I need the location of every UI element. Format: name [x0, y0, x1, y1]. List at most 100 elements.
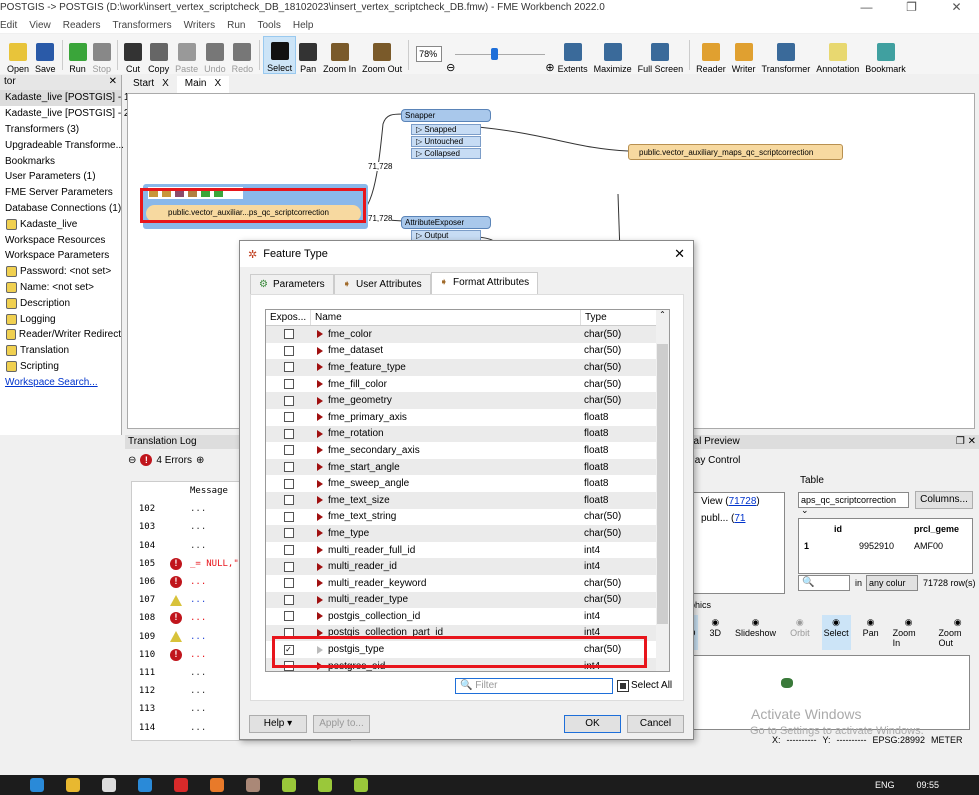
columns-button[interactable]: Columns... [915, 491, 973, 509]
expose-checkbox[interactable] [283, 379, 294, 390]
attributes-grid[interactable]: Expos... Name Type fme_color char(50) fme_da… [265, 309, 670, 672]
navigator-item[interactable]: Password: <not set> [0, 264, 121, 280]
expose-checkbox[interactable] [283, 395, 294, 406]
menu-edit[interactable]: Edit [0, 20, 17, 31]
port-snapped[interactable]: ▷ Snapped [411, 124, 481, 135]
type-column-header[interactable]: Type [581, 310, 657, 325]
zoom-slider[interactable] [455, 46, 546, 62]
attribute-row[interactable]: fme_start_angle float8 [266, 458, 669, 476]
table-select[interactable]: aps_qc_scriptcorrection ⌄ [798, 492, 909, 515]
attribute-row[interactable]: fme_secondary_axis float8 [266, 442, 669, 459]
graphics-pan-button[interactable]: ◉ Pan [861, 615, 881, 650]
vivaldi-icon[interactable] [174, 778, 188, 792]
navigator-item[interactable]: Reader/Writer Redirect [0, 327, 121, 343]
firefox-icon[interactable] [210, 778, 224, 792]
zoom-out-small-icon[interactable]: ⊖ [446, 61, 455, 74]
close-button[interactable]: ✕ [934, 0, 979, 14]
clock[interactable]: 09:55 [916, 780, 939, 790]
navigator-item[interactable]: Logging [0, 311, 121, 327]
expose-checkbox[interactable] [283, 561, 294, 572]
qgis-icon[interactable] [318, 778, 332, 792]
maximize-button[interactable]: ❐ [889, 0, 934, 14]
port-untouched[interactable]: ▷ Untouched [411, 136, 481, 147]
expose-checkbox[interactable] [283, 412, 294, 423]
graphics-orbit-button[interactable]: ◉ Orbit [788, 615, 812, 650]
menu-writers[interactable]: Writers [184, 20, 215, 31]
navigator-item[interactable]: Database Connections (1) [0, 201, 121, 217]
grid-scrollbar[interactable]: ⌃ [656, 310, 669, 671]
attribute-row[interactable]: fme_geometry char(50) [266, 392, 669, 409]
transformer-button[interactable]: Transformer [759, 36, 814, 74]
zoom-in-small-icon[interactable]: ⊕ [545, 61, 554, 74]
dialog-close-button[interactable]: ✕ [674, 246, 685, 262]
workspace-search-link[interactable]: Workspace Search... [5, 377, 98, 388]
navigator-item[interactable]: Transformers (3) [0, 122, 121, 138]
attribute-row[interactable]: fme_text_string char(50) [266, 509, 669, 526]
navigator-item[interactable]: Bookmarks [0, 153, 121, 169]
cut-button[interactable]: Cut [121, 36, 145, 74]
bookmark-button[interactable]: Bookmark [862, 36, 909, 74]
navigator-item[interactable]: Kadaste_live [POSTGIS] - 1 [0, 90, 130, 106]
writer-feature-type[interactable]: public.vector_auxiliary_maps_qc_scriptco… [628, 144, 843, 160]
mail-icon[interactable] [138, 778, 152, 792]
attribute-row[interactable]: fme_fill_color char(50) [266, 376, 669, 393]
navigator-item[interactable]: Kadaste_live [POSTGIS] - 2 [0, 106, 130, 122]
expose-checkbox[interactable] [283, 511, 294, 522]
pan-button[interactable]: Pan [296, 36, 320, 74]
attribute-row[interactable]: fme_rotation float8 [266, 425, 669, 443]
expose-checkbox[interactable] [283, 362, 294, 373]
attribute-row[interactable]: postgis_collection_id int4 [266, 608, 669, 625]
attribute-exposer-transformer[interactable]: AttributeExposer [401, 216, 491, 229]
attribute-row[interactable]: fme_feature_type char(50) [266, 359, 669, 376]
writer-button[interactable]: Writer [729, 36, 759, 74]
view-count-link[interactable]: 71728 [729, 496, 757, 507]
run-button[interactable]: Run [66, 36, 90, 74]
apply-to-button[interactable]: Apply to... [313, 715, 370, 733]
zoom-in-button[interactable]: Zoom In [320, 36, 359, 74]
error-count[interactable]: 4 Errors [156, 455, 192, 466]
undo-button[interactable]: Undo [201, 36, 229, 74]
expose-checkbox[interactable] [283, 445, 294, 456]
select-button[interactable]: Select [263, 36, 297, 74]
redo-button[interactable]: Redo [229, 36, 257, 74]
expose-checkbox[interactable] [283, 611, 294, 622]
menu-run[interactable]: Run [227, 20, 245, 31]
name-column-header[interactable]: Name [311, 310, 581, 325]
navigator-item[interactable]: Description [0, 295, 121, 311]
table-search-input[interactable]: 🔍 [798, 575, 850, 591]
expose-checkbox[interactable] [283, 462, 294, 473]
ok-button[interactable]: OK [564, 715, 621, 733]
expose-checkbox[interactable] [283, 495, 294, 506]
attribute-row[interactable]: fme_text_size float8 [266, 491, 669, 509]
save-button[interactable]: Save [32, 36, 59, 74]
tab-close-icon[interactable]: X [162, 78, 169, 91]
graphics-zoom-out-button[interactable]: ◉ Zoom Out [936, 615, 979, 650]
fme-icon[interactable] [246, 778, 260, 792]
column-select[interactable]: any colur [866, 575, 918, 591]
navigator-item[interactable]: User Parameters (1) [0, 169, 121, 185]
graphics-3d-button[interactable]: ◉ 3D [708, 615, 724, 650]
attribute-row[interactable]: multi_reader_id int4 [266, 558, 669, 575]
menu-readers[interactable]: Readers [63, 20, 101, 31]
file-explorer-icon[interactable] [66, 778, 80, 792]
menu-tools[interactable]: Tools [257, 20, 280, 31]
attribute-row[interactable]: fme_dataset char(50) [266, 343, 669, 360]
expose-checkbox[interactable] [283, 528, 294, 539]
graphics-select-button[interactable]: ◉ Select [821, 615, 851, 650]
minimize-button[interactable]: — [844, 0, 889, 14]
help-button[interactable]: Help ▾ [249, 715, 307, 733]
cancel-button[interactable]: Cancel [627, 715, 684, 733]
preview-table[interactable]: id prcl_geme 1 9952910 AMF00 [798, 518, 973, 574]
attribute-row[interactable]: fme_color char(50) [266, 326, 669, 343]
navigator-item[interactable]: Scripting [0, 359, 121, 375]
panel-close-icon[interactable]: ❐ ✕ [956, 436, 976, 448]
attribute-row[interactable]: multi_reader_type char(50) [266, 591, 669, 609]
tab-start[interactable]: Start X [125, 76, 177, 93]
store-icon[interactable] [102, 778, 116, 792]
attribute-row[interactable]: fme_primary_axis float8 [266, 409, 669, 426]
expose-checkbox[interactable] [283, 478, 294, 489]
qgis-icon[interactable] [354, 778, 368, 792]
expose-checkbox[interactable] [283, 345, 294, 356]
expose-checkbox[interactable] [283, 578, 294, 589]
reader-button[interactable]: Reader [693, 36, 729, 74]
